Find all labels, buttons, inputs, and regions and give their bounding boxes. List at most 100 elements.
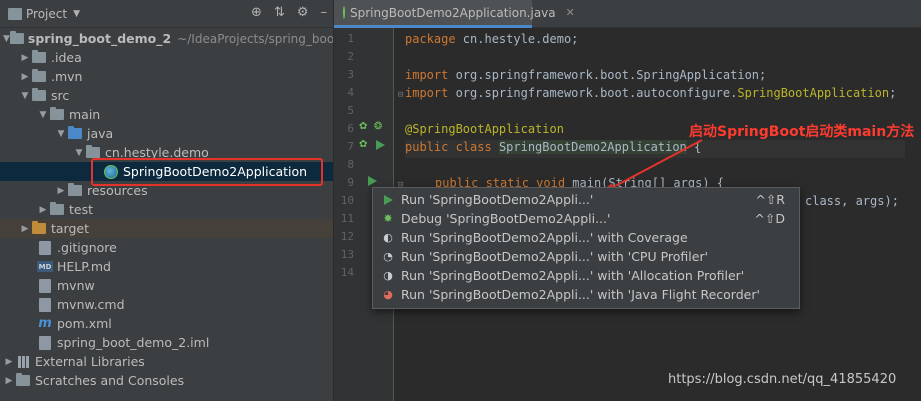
libraries-icon: [15, 355, 31, 369]
collapsed-arrow-icon[interactable]: ▶: [3, 376, 15, 386]
tree-item-help-md[interactable]: MD HELP.md: [0, 257, 333, 276]
tree-item-main[interactable]: ▼ main: [0, 105, 333, 124]
coverage-icon: ◐: [383, 231, 393, 244]
java-class-icon: [343, 6, 345, 19]
tree-item-project-root[interactable]: ▼ spring_boot_demo_2 ~/IdeaProjects/spri…: [0, 29, 333, 48]
tree-item-iml[interactable]: spring_boot_demo_2.iml: [0, 333, 333, 352]
code-line-3: import org.springframework.boot.SpringAp…: [405, 68, 766, 86]
popup-item-label: Run 'SpringBootDemo2Appli...' with 'Java…: [401, 287, 760, 302]
cpu-profiler-icon: ◔: [383, 250, 393, 263]
tree-item-label: spring_boot_demo_2.iml: [57, 335, 210, 350]
tree-item-label: SpringBootDemo2Application: [123, 164, 308, 179]
popup-item-coverage[interactable]: ◐ Run 'SpringBootDemo2Appli...' with Cov…: [373, 228, 799, 247]
collapsed-arrow-icon[interactable]: ▶: [19, 224, 31, 234]
markdown-icon: MD: [37, 261, 53, 272]
popup-item-allocation-profiler[interactable]: ◑ Run 'SpringBootDemo2Appli...' with 'Al…: [373, 266, 799, 285]
expanded-arrow-icon[interactable]: ▼: [37, 110, 49, 120]
spring-bean-icon[interactable]: ✿: [359, 121, 367, 132]
line-number: 6: [347, 122, 354, 135]
code-text: ;: [889, 86, 897, 100]
code-line-4: import org.springframework.boot.autoconf…: [405, 86, 896, 104]
tree-item-label: External Libraries: [35, 354, 145, 369]
line-number: 13: [340, 248, 354, 261]
tree-item-mvn[interactable]: ▶ .mvn: [0, 67, 333, 86]
tree-item-package[interactable]: ▼ cn.hestyle.demo: [0, 143, 333, 162]
popup-item-debug[interactable]: ✸ Debug 'SpringBootDemo2Appli...' ^⇧D: [373, 209, 799, 228]
project-panel-header: Project ▼ ⊕ ⇅ ⚙ –: [0, 0, 333, 28]
popup-item-cpu-profiler[interactable]: ◔ Run 'SpringBootDemo2Appli...' with 'CP…: [373, 247, 799, 266]
popup-item-flight-recorder[interactable]: ◕ Run 'SpringBootDemo2Appli...' with 'Ja…: [373, 285, 799, 304]
expanded-arrow-icon[interactable]: ▼: [73, 148, 85, 158]
tree-item-pom[interactable]: m pom.xml: [0, 314, 333, 333]
line-number: 7: [347, 140, 354, 153]
tree-item-label: HELP.md: [57, 259, 111, 274]
tree-item-resources[interactable]: ▶ resources: [0, 181, 333, 200]
allocation-profiler-icon: ◑: [383, 269, 393, 282]
folder-icon: [49, 107, 65, 122]
collapsed-arrow-icon[interactable]: ▶: [19, 53, 31, 63]
collapsed-arrow-icon[interactable]: ▶: [55, 186, 67, 196]
folder-icon: [31, 88, 47, 103]
tree-item-label: src: [51, 88, 70, 103]
tree-item-label: Scratches and Consoles: [35, 373, 185, 388]
editor-tab-bar: SpringBootDemo2Application.java ✕: [334, 0, 921, 28]
folder-icon: [31, 69, 47, 84]
chevron-down-icon[interactable]: ▼: [73, 9, 80, 19]
annotation-label: 启动SpringBoot启动类main方法: [689, 124, 915, 140]
collapse-icon[interactable]: ⇅: [274, 6, 285, 20]
annotation-text: @SpringBootApplication: [405, 122, 564, 136]
tab-springbootdemo2application[interactable]: SpringBootDemo2Application.java ✕: [334, 0, 575, 28]
fold-icon[interactable]: ⊟: [398, 90, 403, 100]
tree-item-target[interactable]: ▶ target: [0, 219, 333, 238]
locate-icon[interactable]: ⊕: [251, 6, 262, 20]
line-number: 14: [340, 266, 354, 279]
module-file-icon: [37, 335, 53, 350]
expanded-arrow-icon[interactable]: ▼: [55, 129, 67, 139]
line-number: 5: [347, 104, 354, 117]
popup-item-label: Run 'SpringBootDemo2Appli...': [401, 192, 594, 207]
run-gutter-icon[interactable]: [376, 140, 385, 153]
tree-item-mvnw-cmd[interactable]: mvnw.cmd: [0, 295, 333, 314]
tree-item-test[interactable]: ▶ test: [0, 200, 333, 219]
tree-item-label: pom.xml: [57, 316, 112, 331]
folder-icon: [31, 50, 47, 65]
expanded-arrow-icon[interactable]: ▼: [19, 91, 31, 101]
tree-item-label: .idea: [51, 50, 82, 65]
tree-item-gitignore[interactable]: .gitignore: [0, 238, 333, 257]
collapsed-arrow-icon[interactable]: ▶: [37, 205, 49, 215]
line-number: 10: [340, 194, 354, 207]
tree-item-java[interactable]: ▼ java: [0, 124, 333, 143]
debug-icon: ✸: [383, 212, 393, 225]
tree-item-label: java: [87, 126, 114, 141]
tree-item-label: test: [69, 202, 94, 217]
tree-item-label: target: [51, 221, 90, 236]
code-text: class, args);: [805, 194, 899, 208]
gear-icon[interactable]: ⚙: [297, 6, 309, 20]
maven-icon: m: [38, 316, 52, 331]
expanded-arrow-icon[interactable]: ▼: [3, 34, 10, 44]
collapsed-arrow-icon[interactable]: ▶: [19, 72, 31, 82]
spring-config-icon[interactable]: ❂: [374, 121, 382, 132]
tree-item-mvnw[interactable]: mvnw: [0, 276, 333, 295]
tree-item-idea[interactable]: ▶ .idea: [0, 48, 333, 67]
line-number: 9: [347, 176, 354, 189]
tree-item-src[interactable]: ▼ src: [0, 86, 333, 105]
tree-item-external-libraries[interactable]: ▶ External Libraries: [0, 352, 333, 371]
hide-icon[interactable]: –: [321, 6, 328, 20]
code-line-10: class, args);: [805, 194, 899, 212]
package-icon: [85, 145, 101, 160]
tree-item-scratches[interactable]: ▶ Scratches and Consoles: [0, 371, 333, 390]
line-number: 4: [347, 86, 354, 99]
run-context-popup: Run 'SpringBootDemo2Appli...' ^⇧R ✸ Debu…: [372, 187, 800, 309]
popup-item-run[interactable]: Run 'SpringBootDemo2Appli...' ^⇧R: [373, 190, 799, 209]
collapsed-arrow-icon[interactable]: ▶: [3, 357, 15, 367]
close-icon[interactable]: ✕: [566, 6, 575, 19]
class-name: SpringBootDemo2Application: [498, 140, 687, 154]
scratches-icon: [15, 373, 31, 388]
spring-bean-icon[interactable]: ✿: [359, 139, 367, 150]
tree-item-main-class[interactable]: SpringBootDemo2Application: [0, 162, 333, 181]
project-title[interactable]: Project: [26, 7, 67, 21]
popup-item-label: Run 'SpringBootDemo2Appli...' with 'CPU …: [401, 249, 709, 264]
line-number: 8: [347, 158, 354, 171]
tree-item-label: cn.hestyle.demo: [105, 145, 209, 160]
